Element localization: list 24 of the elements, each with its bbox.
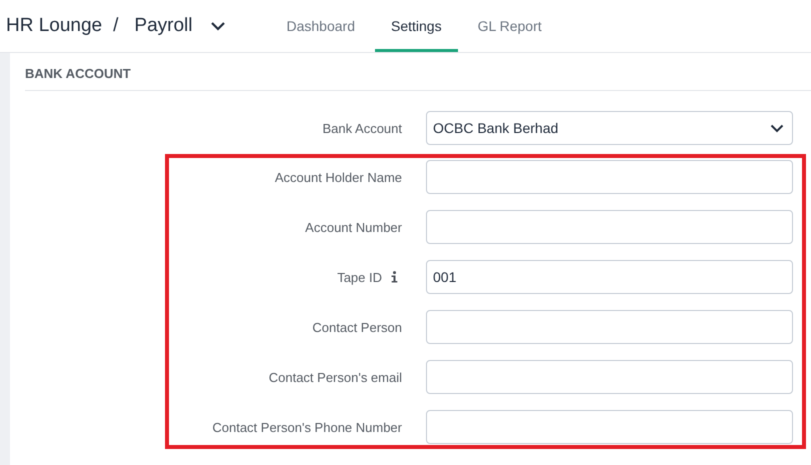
breadcrumb-separator: / bbox=[113, 15, 118, 37]
section-title: BANK ACCOUNT bbox=[25, 53, 811, 91]
field-label: Account Number bbox=[305, 220, 402, 234]
app-name: HR Lounge bbox=[6, 15, 102, 37]
field-label: Contact Person's email bbox=[268, 370, 402, 384]
field-label: Bank Account bbox=[322, 120, 402, 136]
input-field[interactable]: 001 bbox=[426, 260, 793, 294]
input-field[interactable] bbox=[426, 360, 793, 394]
nav-tab[interactable]: Dashboard bbox=[270, 0, 371, 52]
input-field[interactable] bbox=[426, 160, 793, 194]
field-label: Tape ID bbox=[337, 270, 382, 284]
input-field[interactable] bbox=[426, 410, 793, 444]
module-switcher[interactable]: Payroll bbox=[134, 15, 192, 37]
nav-tab[interactable]: Settings bbox=[374, 0, 458, 52]
chevron-down-icon[interactable] bbox=[210, 21, 226, 31]
chevron-down-icon bbox=[770, 124, 784, 132]
field-label: Contact Person bbox=[312, 320, 402, 334]
nav-tab[interactable]: GL Report bbox=[462, 0, 558, 52]
input-field[interactable] bbox=[426, 210, 793, 244]
bank-account-dropdown[interactable]: OCBC Bank Berhad bbox=[426, 111, 793, 145]
field-label: Contact Person's Phone Number bbox=[212, 420, 402, 434]
input-field[interactable] bbox=[426, 310, 793, 344]
field-label: Account Holder Name bbox=[274, 170, 402, 184]
info-icon[interactable] bbox=[391, 271, 398, 283]
